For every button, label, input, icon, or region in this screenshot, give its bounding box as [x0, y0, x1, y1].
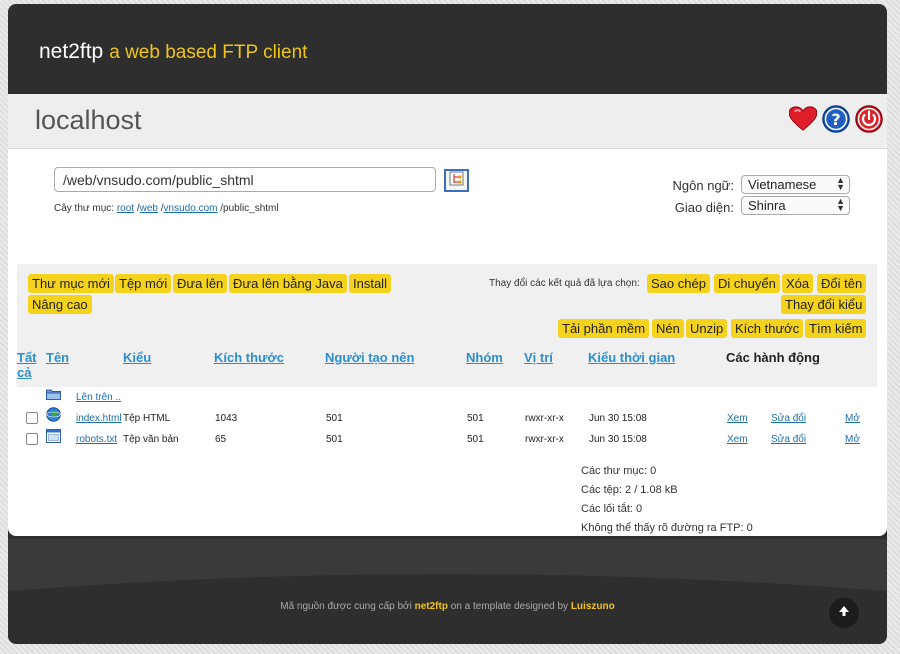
view-link[interactable]: Xem [727, 413, 748, 424]
col-owner[interactable]: Người tạo nên [325, 350, 414, 365]
move-button[interactable]: Di chuyển [714, 274, 780, 293]
col-select-all-l2: cả [17, 365, 32, 380]
browse-button[interactable] [444, 169, 469, 192]
row-checkbox[interactable] [26, 433, 38, 445]
app-brand: net2ftp a web based FTP client [39, 40, 307, 64]
file-type: Tệp HTML [123, 413, 171, 424]
action-toolbar: Thư mục mới Tệp mới Đưa lên Đưa lên bằng… [17, 264, 877, 345]
new-file-button[interactable]: Tệp mới [115, 274, 172, 293]
header: net2ftp a web based FTP client [8, 4, 887, 94]
language-select[interactable]: Vietnamese ▲ ▼ [741, 175, 850, 194]
size-button[interactable]: Kích thước [731, 319, 804, 338]
download-button[interactable]: Tải phần mềm [558, 319, 650, 338]
heart-icon[interactable] [789, 105, 817, 133]
window-icon [46, 429, 61, 448]
col-type[interactable]: Kiểu [123, 350, 151, 365]
col-mtime[interactable]: Kiểu thời gian [588, 350, 675, 365]
footer-author-link[interactable]: Luiszuno [571, 601, 615, 612]
file-size: 1043 [215, 413, 238, 424]
zip-button[interactable]: Nén [652, 319, 684, 338]
app-tagline: a web based FTP client [109, 42, 308, 63]
upload-button[interactable]: Đưa lên [173, 274, 228, 293]
language-label: Ngôn ngữ: [672, 178, 734, 193]
skin-value: Shinra [748, 198, 786, 213]
file-name[interactable]: index.html [76, 413, 122, 424]
file-mtime: Jun 30 15:08 [589, 434, 647, 445]
globe-icon [46, 407, 61, 427]
file-mtime: Jun 30 15:08 [589, 413, 647, 424]
col-name[interactable]: Tên [46, 350, 69, 365]
updown-arrow-icon: ▲ ▼ [836, 196, 845, 213]
tree-icon [449, 171, 464, 191]
chmod-button[interactable]: Thay đổi kiểu [781, 295, 867, 314]
language-value: Vietnamese [748, 177, 817, 192]
file-group: 501 [467, 413, 484, 424]
copy-button[interactable]: Sao chép [647, 274, 710, 293]
app-window: net2ftp a web based FTP client localhost … [8, 4, 887, 644]
stat-dirs: Các thư mục: 0 [581, 465, 657, 477]
main-content: /web/vnsudo.com/public_shtml Cây thư mục… [8, 149, 887, 536]
file-size: 65 [215, 434, 227, 445]
selection-note: Thay đổi các kết quả đã lựa chọn: [489, 278, 640, 289]
back-to-top-button[interactable] [829, 598, 859, 628]
app-name: net2ftp [39, 40, 104, 63]
up-link[interactable]: Lên trên .. [76, 392, 121, 403]
install-button[interactable]: Install [349, 274, 391, 293]
footer-credits: Mã nguồn được cung cấp bởi net2ftp on a … [8, 601, 887, 612]
delete-button[interactable]: Xóa [782, 274, 814, 293]
directory-tree: Cây thư mục: root /web /vnsudo.com /publ… [54, 203, 279, 214]
unzip-button[interactable]: Unzip [686, 319, 728, 338]
edit-link[interactable]: Sửa đổi [771, 434, 806, 445]
power-icon[interactable] [855, 105, 883, 133]
col-select-all-l1: Tất [17, 350, 37, 365]
stat-errors: Không thể thấy rõ đường ra FTP: 0 [581, 522, 753, 534]
footer-brand-link[interactable]: net2ftp [415, 601, 448, 612]
help-icon[interactable]: ? [822, 105, 850, 133]
col-perms[interactable]: Vị trí [524, 350, 553, 365]
file-owner: 501 [326, 434, 343, 445]
stat-files: Các tệp: 2 / 1.08 kB [581, 484, 678, 496]
footer-middle: on a template designed by [450, 601, 569, 612]
title-bar: localhost ? [8, 94, 887, 149]
svg-text:?: ? [831, 110, 840, 129]
stat-links: Các lối tắt: 0 [581, 503, 643, 515]
file-table-header: Tất cả Tên Kiểu Kích thước Người tạo nên … [17, 345, 877, 387]
footer: Mã nguồn được cung cấp bởi net2ftp on a … [8, 539, 887, 644]
file-owner: 501 [326, 413, 343, 424]
updown-arrow-icon: ▲ ▼ [836, 175, 845, 192]
arrow-up-icon [838, 604, 850, 622]
tree-label: Cây thư mục: [54, 203, 115, 214]
view-link[interactable]: Xem [727, 434, 748, 445]
file-group: 501 [467, 434, 484, 445]
file-perms: rwxr-xr-x [525, 413, 564, 424]
footer-prefix: Mã nguồn được cung cấp bởi [280, 601, 412, 612]
row-checkbox[interactable] [26, 412, 38, 424]
open-link[interactable]: Mở [845, 413, 860, 424]
skin-label: Giao diện: [674, 200, 734, 215]
open-link[interactable]: Mở [845, 434, 860, 445]
title-icons: ? [789, 105, 883, 133]
tree-link-root[interactable]: root [117, 203, 134, 214]
edit-link[interactable]: Sửa đổi [771, 413, 806, 424]
file-name[interactable]: robots.txt [76, 434, 117, 445]
col-select-all[interactable]: Tất cả [17, 350, 37, 380]
directory-input[interactable]: /web/vnsudo.com/public_shtml [54, 167, 436, 192]
skin-select[interactable]: Shinra ▲ ▼ [741, 196, 850, 215]
file-type: Tệp văn bản [123, 434, 179, 445]
advanced-button[interactable]: Nâng cao [28, 295, 92, 314]
tree-link-web[interactable]: web [140, 203, 158, 214]
file-perms: rwxr-xr-x [525, 434, 564, 445]
new-dir-button[interactable]: Thư mục mới [28, 274, 114, 293]
page-title: localhost [35, 105, 142, 135]
search-button[interactable]: Tìm kiếm [805, 319, 867, 338]
folder-icon [46, 387, 61, 405]
tree-current: public_shtml [223, 203, 279, 214]
tree-link-vnsudo[interactable]: vnsudo.com [164, 203, 218, 214]
rename-button[interactable]: Đổi tên [817, 274, 867, 293]
col-size[interactable]: Kích thước [214, 350, 284, 365]
col-group[interactable]: Nhóm [466, 350, 503, 365]
java-upload-button[interactable]: Đưa lên bằng Java [229, 274, 347, 293]
col-actions: Các hành động [726, 350, 820, 365]
